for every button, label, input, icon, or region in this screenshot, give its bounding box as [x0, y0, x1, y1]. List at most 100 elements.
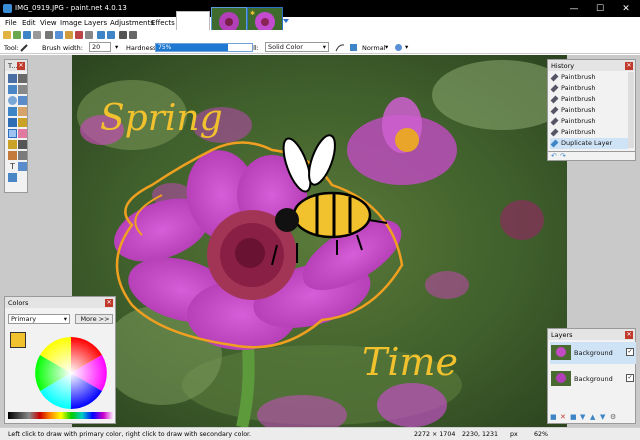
eraser-icon[interactable] — [18, 129, 27, 138]
paintbrush-icon — [550, 106, 559, 115]
more-colors-button[interactable]: More >> — [75, 314, 113, 324]
color-wheel[interactable] — [35, 337, 107, 409]
history-panel-close-icon[interactable]: ✕ — [625, 62, 633, 70]
move-selection-icon[interactable] — [18, 85, 27, 94]
paintbrush-icon[interactable] — [20, 43, 29, 52]
undo-history-icon[interactable]: ↶ — [551, 152, 557, 160]
shapes-icon[interactable] — [8, 173, 17, 182]
menu-effects[interactable]: Effects — [151, 19, 175, 27]
copy-icon[interactable] — [55, 31, 63, 39]
chevron-down-icon: ▾ — [322, 43, 326, 51]
layers-panel-close-icon[interactable]: ✕ — [625, 331, 633, 339]
move-layer-down-icon[interactable]: ▼ — [600, 413, 605, 421]
delete-layer-icon[interactable]: ✕ — [560, 413, 566, 421]
blend-mode-select[interactable]: Normal — [362, 44, 386, 52]
history-item[interactable]: Paintbrush — [550, 72, 628, 83]
magic-wand-icon[interactable] — [8, 107, 17, 116]
layer-row-selected[interactable]: Background ✓ — [550, 342, 636, 364]
zoom-icon[interactable] — [18, 96, 27, 105]
brush-width-dropdown-icon[interactable]: ▾ — [115, 43, 118, 51]
colors-panel-title: Colors — [5, 297, 115, 308]
time-handwritten-text: Time — [362, 340, 458, 384]
menu-edit[interactable]: Edit — [22, 19, 36, 27]
undo-icon[interactable] — [97, 31, 105, 39]
line-curve-icon[interactable] — [18, 162, 27, 171]
history-item[interactable]: Paintbrush — [550, 127, 628, 138]
layers-panel-title: Layers — [548, 329, 635, 340]
image-canvas[interactable]: Spring Time — [72, 55, 567, 427]
layer-properties-icon[interactable]: ⚙ — [610, 413, 616, 421]
history-item[interactable]: Paintbrush — [550, 105, 628, 116]
paintbrush-tool-icon[interactable] — [8, 129, 17, 138]
grid-icon[interactable] — [119, 31, 127, 39]
move-layer-up-icon[interactable]: ▲ — [590, 413, 595, 421]
menu-adjustments[interactable]: Adjustments — [110, 19, 154, 27]
primary-color-swatch[interactable] — [10, 332, 26, 348]
alpha-blending-icon[interactable] — [394, 43, 403, 52]
menu-layers[interactable]: Layers — [84, 19, 107, 27]
save-icon[interactable] — [23, 31, 31, 39]
paste-icon[interactable] — [65, 31, 73, 39]
maximize-button[interactable]: ☐ — [594, 3, 606, 15]
minimize-button[interactable]: — — [568, 3, 580, 15]
redo-history-icon[interactable]: ↷ — [560, 152, 566, 160]
zoom-readout[interactable]: 62% — [534, 431, 548, 438]
print-icon[interactable] — [33, 31, 41, 39]
recolor-icon[interactable] — [18, 151, 27, 160]
layer-controls: ■ ✕ ■ ▼ ▲ ▼ ⚙ — [550, 413, 634, 421]
history-item[interactable]: Paintbrush — [550, 116, 628, 127]
blend-dropdown-icon[interactable]: ▾ — [385, 43, 388, 51]
colors-panel-close-icon[interactable]: ✕ — [105, 299, 113, 307]
tools-panel-close-icon[interactable]: ✕ — [17, 62, 25, 70]
ellipse-select-icon[interactable] — [8, 96, 17, 105]
pencil-icon[interactable] — [8, 140, 17, 149]
clone-stamp-icon[interactable] — [8, 151, 17, 160]
brush-width-field[interactable]: 20 — [89, 42, 111, 52]
color-mode-select[interactable]: Primary ▾ — [8, 314, 70, 324]
color-palette[interactable] — [8, 412, 114, 419]
menu-view[interactable]: View — [40, 19, 57, 27]
units-select[interactable]: px — [510, 431, 518, 438]
layer-visibility-checkbox[interactable]: ✓ — [626, 374, 634, 382]
deselect-icon[interactable] — [85, 31, 93, 39]
new-image-icon[interactable] — [3, 31, 11, 39]
duplicate-layer-icon[interactable]: ■ — [570, 413, 577, 421]
rectangle-select-icon[interactable] — [8, 74, 17, 83]
paint-bucket-icon[interactable] — [8, 118, 17, 127]
add-layer-icon[interactable]: ■ — [550, 413, 557, 421]
blend-mode-icon[interactable] — [350, 43, 358, 52]
settings-icon[interactable] — [129, 31, 137, 39]
menu-file[interactable]: File — [5, 19, 17, 27]
layer-visibility-checkbox[interactable]: ✓ — [626, 348, 634, 356]
open-icon[interactable] — [13, 31, 21, 39]
fill-select[interactable]: Solid Color ▾ — [265, 42, 329, 52]
color-picker-icon[interactable] — [18, 140, 27, 149]
history-scrollbar[interactable] — [628, 72, 634, 148]
paintbrush-icon — [550, 84, 559, 93]
tabs-dropdown-icon[interactable] — [283, 18, 289, 24]
menu-image[interactable]: Image — [60, 19, 82, 27]
menu-bar: File Edit View Image Layers Adjustments … — [0, 17, 640, 30]
paintbrush-icon — [550, 73, 559, 82]
merge-layer-icon[interactable]: ▼ — [580, 413, 585, 421]
alpha-dropdown-icon[interactable]: ▾ — [405, 43, 408, 51]
move-selected-icon[interactable] — [18, 74, 27, 83]
gradient-icon[interactable] — [18, 118, 27, 127]
layer-row[interactable]: Background ✓ — [550, 368, 636, 390]
layer-name: Background — [574, 375, 613, 383]
close-button[interactable]: ✕ — [620, 3, 632, 15]
history-item-selected[interactable]: Duplicate Layer — [550, 138, 628, 149]
history-item[interactable]: Paintbrush — [550, 83, 628, 94]
layer-thumbnail — [551, 345, 571, 360]
hardness-slider[interactable]: 75% — [155, 43, 253, 52]
cut-icon[interactable] — [45, 31, 53, 39]
history-item[interactable]: Paintbrush — [550, 94, 628, 105]
lasso-select-icon[interactable] — [8, 85, 17, 94]
text-tool-icon[interactable]: T — [8, 162, 17, 171]
redo-icon[interactable] — [107, 31, 115, 39]
antialiasing-icon[interactable] — [335, 43, 345, 52]
crop-icon[interactable] — [75, 31, 83, 39]
paintbrush-icon — [550, 117, 559, 126]
pan-icon[interactable] — [18, 107, 27, 116]
hardness-label: Hardness: — [126, 44, 159, 52]
